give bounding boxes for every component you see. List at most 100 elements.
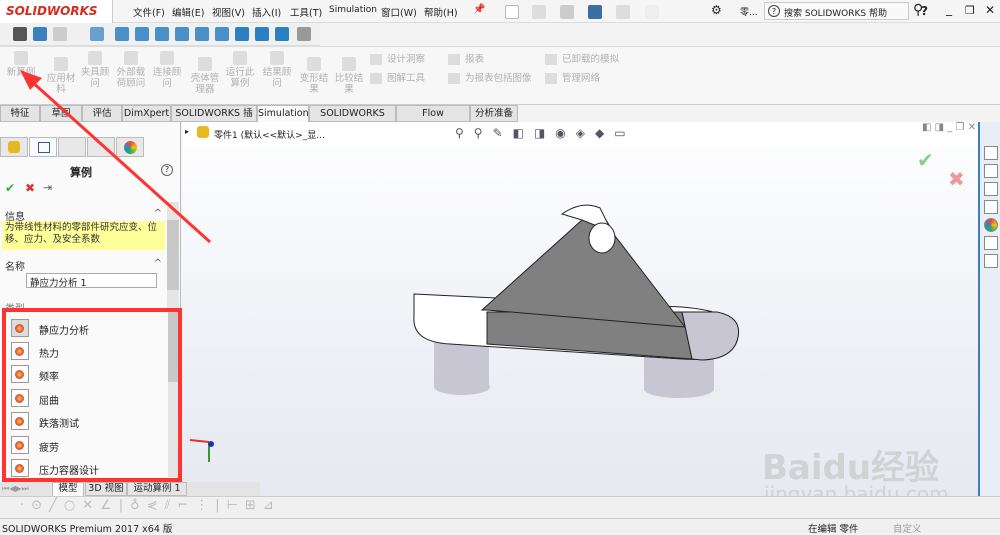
study-type-buckling[interactable]: 屈曲 [11, 389, 171, 409]
menu-insert[interactable]: 插入(I) [252, 5, 281, 19]
study-type-pressure-vessel[interactable]: 压力容器设计 [11, 459, 171, 479]
fixtures-advisor-button[interactable]: 夹具顾问 [80, 51, 110, 89]
results-advisor-button[interactable]: 结果顾问 [262, 51, 292, 89]
deformed-result-button[interactable]: 变形结果 [298, 57, 330, 95]
compare-results-button[interactable]: 比较结果 [333, 57, 365, 95]
camera-icon[interactable] [13, 27, 27, 41]
feature-tree-tab[interactable] [0, 137, 28, 157]
display-manager-tab[interactable] [116, 137, 144, 157]
lighting-icon[interactable] [297, 27, 311, 41]
tab-features[interactable]: 特征 [0, 105, 40, 122]
study-type-thermal[interactable]: 热力 [11, 342, 171, 362]
menu-simulation[interactable]: Simulation [329, 5, 377, 15]
dimxpert-tab[interactable] [87, 137, 115, 157]
gear-icon[interactable]: ⚙ [711, 3, 722, 17]
file-explorer-icon[interactable] [984, 182, 998, 196]
configuration-tab[interactable] [58, 137, 86, 157]
thermal-study-icon [11, 342, 29, 360]
property-manager-tab[interactable] [29, 137, 57, 157]
study-type-fatigue[interactable]: 疲劳 [11, 436, 171, 456]
dimetric-icon[interactable] [275, 27, 289, 41]
pin-icon[interactable]: 📌 [473, 4, 485, 15]
tab-scroll-buttons[interactable]: ⏮◀▶⏭ [2, 484, 29, 494]
record-icon[interactable] [33, 27, 47, 41]
run-study-button[interactable]: 运行此算例 [225, 51, 255, 89]
trimetric-icon[interactable] [255, 27, 269, 41]
forum-icon[interactable] [984, 254, 998, 268]
custom-properties-icon[interactable] [984, 236, 998, 250]
status-bar: SOLIDWORKS Premium 2017 x64 版 在编辑 零件 自定义 [0, 518, 1000, 535]
collapse-icon[interactable]: ^ [154, 258, 162, 269]
view-front-icon[interactable] [115, 27, 129, 41]
normal-to-icon[interactable] [90, 27, 104, 41]
print-icon[interactable] [588, 5, 602, 19]
pin-button[interactable]: ⇥ [43, 181, 52, 194]
tab-model[interactable]: 模型 [52, 482, 84, 496]
help-icon[interactable]: ? [161, 164, 173, 176]
graphics-area[interactable]: ▸ 零件1 (默认<<默认>_显... ⚲⚲✎◧◨◉◈◆▭ ✔ ✖ ◧ ◨ _ … [182, 122, 978, 517]
frequency-study-icon [11, 365, 29, 383]
offloaded-simulation-button[interactable]: 已卸载的模拟 [545, 51, 619, 65]
save-icon[interactable] [560, 5, 574, 19]
design-library-icon[interactable] [984, 164, 998, 178]
view-back-icon[interactable] [135, 27, 149, 41]
study-type-drop-test[interactable]: 跌落测试 [11, 412, 171, 432]
tab-3d-view[interactable]: 3D 视图 [85, 482, 127, 496]
open-icon[interactable] [532, 5, 546, 19]
design-insight-button[interactable]: 设计洞察 [370, 51, 425, 65]
tab-dimxpert[interactable]: DimXpert [122, 105, 171, 122]
study-type-frequency[interactable]: 频率 [11, 365, 171, 385]
tab-mbd[interactable]: SOLIDWORKS MBD [309, 105, 396, 134]
plot-tools-button[interactable]: 图解工具 [370, 70, 425, 84]
menu-tools[interactable]: 工具(T) [290, 5, 322, 19]
ok-button[interactable]: ✔ [5, 181, 15, 195]
tab-analysis-prep[interactable]: 分析准备 [470, 105, 518, 122]
buckling-study-icon [11, 389, 29, 407]
apply-material-button[interactable]: 应用材料 [44, 57, 78, 95]
external-loads-advisor-button[interactable]: 外部载荷顾问 [115, 51, 147, 89]
search-placeholder: 搜索 SOLIDWORKS 帮助 [784, 9, 887, 19]
home-icon[interactable] [984, 146, 998, 160]
include-image-button[interactable]: 为报表包括图像 [448, 70, 532, 84]
tab-sketch[interactable]: 草图 [40, 105, 82, 122]
appearances-icon[interactable] [984, 218, 998, 232]
menu-edit[interactable]: 编辑(E) [172, 5, 204, 19]
tab-addins[interactable]: SOLIDWORKS 插件 [171, 105, 257, 134]
tab-simulation[interactable]: Simulation [257, 105, 309, 122]
shell-manager-button[interactable]: 壳体管理器 [188, 57, 222, 95]
collapse-icon[interactable]: ^ [154, 208, 162, 219]
tab-flow-simulation[interactable]: Flow Simulation [396, 105, 470, 134]
help-icon: ? [768, 5, 780, 17]
report-button[interactable]: 报表 [448, 51, 484, 65]
new-study-button[interactable]: 新算例 [4, 51, 38, 78]
study-name-input[interactable]: 静应力分析 1 [26, 273, 157, 289]
help-button[interactable]: ? [921, 4, 928, 18]
solidworks-logo[interactable]: SOLIDWORKS [0, 0, 113, 23]
cancel-button[interactable]: ✖ [25, 181, 35, 195]
minimize-button[interactable]: _ [946, 2, 952, 16]
select-icon[interactable] [645, 5, 659, 19]
view-right-icon[interactable] [175, 27, 189, 41]
menu-file[interactable]: 文件(F) [133, 5, 165, 19]
close-button[interactable]: ✕ [985, 3, 995, 17]
help-search-input[interactable]: ? 搜索 SOLIDWORKS 帮助 [764, 2, 909, 20]
hole [588, 222, 616, 254]
study-type-static[interactable]: 静应力分析 [11, 319, 171, 339]
sketch-toolbar[interactable]: ·⊙╱○✕∠|♁⋞⫽⌐⋮|⊢⊞⊿ [0, 496, 1000, 518]
connections-advisor-button[interactable]: 连接顾问 [152, 51, 182, 89]
new-doc-icon[interactable] [505, 5, 519, 19]
menu-view[interactable]: 视图(V) [212, 5, 245, 19]
isometric-icon[interactable] [235, 27, 249, 41]
view-bottom-icon[interactable] [215, 27, 229, 41]
tab-motion-study[interactable]: 运动算例 1 [127, 482, 187, 496]
restore-button[interactable]: ❐ [965, 4, 975, 17]
tab-evaluate[interactable]: 评估 [82, 105, 122, 122]
view-left-icon[interactable] [155, 27, 169, 41]
copy-view-icon[interactable] [53, 27, 67, 41]
menu-help[interactable]: 帮助(H) [424, 5, 458, 19]
manage-network-button[interactable]: 管理网络 [545, 70, 600, 84]
view-top-icon[interactable] [195, 27, 209, 41]
undo-icon[interactable] [616, 5, 630, 19]
menu-window[interactable]: 窗口(W) [381, 5, 417, 19]
view-palette-icon[interactable] [984, 200, 998, 214]
